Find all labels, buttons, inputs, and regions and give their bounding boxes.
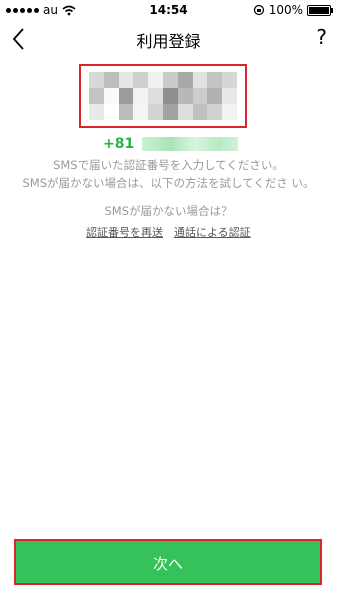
pixelated-code: [89, 72, 237, 120]
help-button[interactable]: ?: [316, 25, 327, 49]
country-prefix: +81: [103, 136, 135, 152]
fallback-text: SMSが届かない場合は、以下の方法を試してくださ い。: [22, 176, 315, 190]
verification-code-image: [79, 64, 247, 128]
nav-bar: 利用登録 ?: [0, 20, 337, 58]
battery-icon: [307, 4, 333, 16]
next-button[interactable]: 次へ: [14, 539, 322, 585]
phone-number-row: +81: [103, 135, 239, 153]
orientation-lock-icon: [253, 4, 264, 16]
fallback-question: SMSが届かない場合は？: [104, 204, 233, 218]
page-title: 利用登録: [136, 32, 201, 51]
battery-percent: 100%: [268, 3, 303, 17]
status-right: 100%: [253, 3, 333, 17]
instruction-text: SMSで届いた認証番号を入力してください。: [53, 158, 284, 172]
phone-number-blurred: [142, 137, 239, 151]
call-verification-link[interactable]: 通話による認証: [174, 224, 251, 240]
resend-code-link[interactable]: 認証番号を再送: [86, 224, 163, 240]
status-bar: au 14:54 100%: [0, 0, 337, 20]
